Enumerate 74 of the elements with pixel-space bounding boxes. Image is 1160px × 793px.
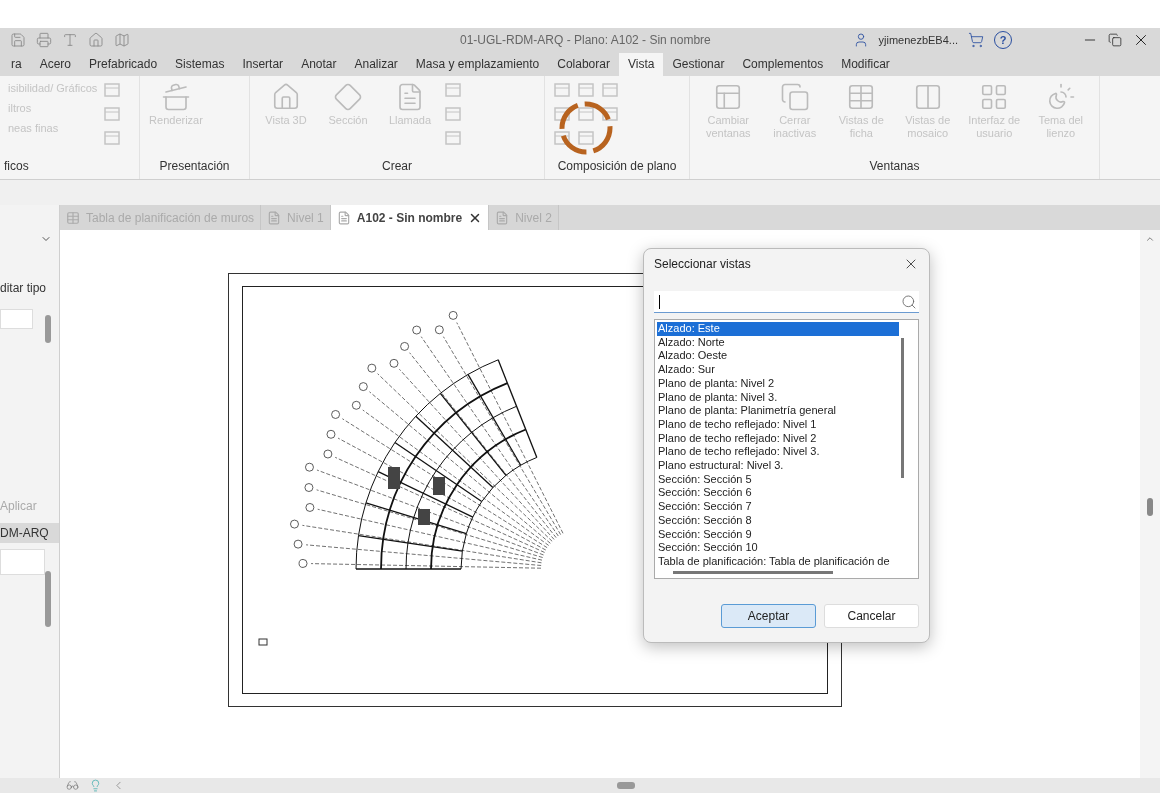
table-icon: [66, 210, 80, 225]
view-item[interactable]: Plano de techo reflejado: Nivel 3.: [657, 445, 899, 460]
map-icon[interactable]: [114, 32, 130, 48]
tool-icon[interactable]: [553, 106, 571, 122]
scroll-up-icon[interactable]: [1145, 234, 1155, 244]
close-windows-icon[interactable]: [779, 82, 810, 112]
view-item[interactable]: Plano estructural: Nivel 3.: [657, 459, 899, 473]
ribbon-tab[interactable]: Anotar: [292, 53, 346, 76]
view-item[interactable]: Sección: Sección 5: [657, 472, 899, 487]
tool-icon[interactable]: [601, 106, 619, 122]
scrollbar-thumb[interactable]: [45, 571, 51, 627]
ribbon-tab[interactable]: Vista: [618, 53, 664, 76]
house-icon[interactable]: [88, 32, 104, 48]
ribbon-tab[interactable]: Prefabricado: [80, 53, 167, 76]
view-item[interactable]: Plano de planta: Nivel 3.: [657, 390, 899, 405]
ribbon-tab[interactable]: Masa y emplazamiento: [406, 53, 549, 76]
edit-type-link[interactable]: ditar tipo: [0, 281, 59, 295]
view-item[interactable]: Sección: Sección 6: [657, 486, 899, 501]
browser-title: DM-ARQ: [0, 523, 59, 543]
view-item[interactable]: Sección: Sección 7: [657, 500, 899, 514]
accept-button[interactable]: Aceptar: [721, 604, 816, 628]
panel-title: ficos: [3, 159, 30, 175]
window-title: 01-UGL-RDM-ARQ - Plano: A102 - Sin nombre: [460, 33, 712, 47]
panel-title: Ventanas: [868, 159, 921, 175]
view-item[interactable]: Tabla de planificación: Tabla de planificación de: [657, 554, 899, 569]
ribbon-tab[interactable]: Complementos: [733, 53, 833, 76]
cart-icon[interactable]: [968, 32, 984, 48]
tool-icon[interactable]: [577, 106, 595, 122]
ribbon-tab[interactable]: Insertar: [233, 53, 293, 76]
search-field[interactable]: [654, 291, 919, 313]
view-item[interactable]: Sección: Sección 8: [657, 513, 899, 528]
user-name[interactable]: yjimenezbEB4...: [878, 34, 958, 46]
sheet-icon: [495, 210, 510, 225]
house-icon[interactable]: [271, 82, 301, 112]
lightbulb-icon[interactable]: [89, 779, 102, 792]
ribbon-tab[interactable]: Acero: [30, 53, 81, 76]
property-field[interactable]: [0, 309, 33, 329]
cancel-button[interactable]: Cancelar: [824, 604, 919, 628]
ribbon-tab[interactable]: Modificar: [832, 53, 899, 76]
scrollbar-thumb[interactable]: [1147, 498, 1153, 516]
view-item[interactable]: Sección: Sección 9: [657, 527, 899, 542]
view-item[interactable]: Alzado: Sur: [657, 363, 899, 377]
sheet-icon: [267, 210, 282, 225]
view-item[interactable]: Sección: Sección 10: [657, 541, 899, 555]
view-item[interactable]: Alzado: Este: [657, 322, 899, 336]
text-icon[interactable]: [62, 32, 78, 48]
ribbon-tab[interactable]: Analizar: [345, 53, 407, 76]
panel-title: Crear: [381, 159, 413, 175]
view-item[interactable]: Alzado: Norte: [657, 335, 899, 350]
ribbon-tab[interactable]: Sistemas: [166, 53, 234, 76]
view-item[interactable]: Alzado: Oeste: [657, 349, 899, 364]
ribbon-tab[interactable]: ra: [2, 53, 31, 76]
scrollbar-thumb[interactable]: [45, 315, 51, 343]
panel-title: Presentación: [158, 159, 231, 175]
document-tab[interactable]: A102 - Sin nombre: [330, 205, 490, 230]
tool-icon[interactable]: [553, 130, 571, 146]
printer-icon[interactable]: [36, 32, 52, 48]
pot-icon[interactable]: [161, 82, 191, 112]
save-icon[interactable]: [10, 32, 26, 48]
view-item[interactable]: Plano de planta: Planimetría general: [657, 404, 899, 418]
view-item[interactable]: Plano de techo reflejado: Nivel 2: [657, 431, 899, 446]
scrollbar-thumb[interactable]: [617, 782, 635, 789]
panel-title: Composición de plano: [556, 159, 678, 175]
search-icon[interactable]: [901, 293, 917, 310]
ribbon-tab[interactable]: Gestionar: [663, 53, 734, 76]
restore-icon[interactable]: [1108, 33, 1122, 47]
view-item[interactable]: Plano de planta: Nivel 2: [657, 376, 899, 391]
diamond-icon[interactable]: [333, 82, 363, 112]
ribbon-tab[interactable]: Colaborar: [548, 53, 619, 76]
view-item[interactable]: Plano de techo reflejado: Nivel 1: [657, 417, 899, 432]
browser-search-field[interactable]: [0, 549, 45, 575]
dialog-title: Seleccionar vistas: [654, 257, 751, 271]
sheet-icon: [336, 210, 351, 225]
glasses-icon[interactable]: [66, 779, 79, 792]
